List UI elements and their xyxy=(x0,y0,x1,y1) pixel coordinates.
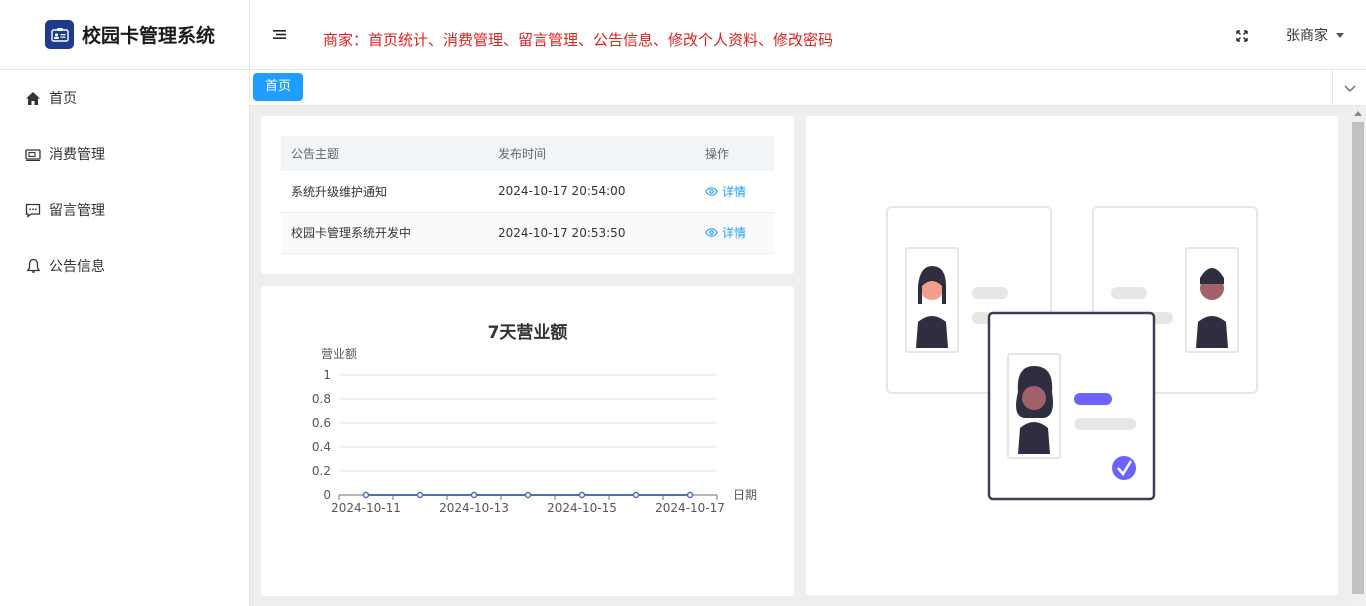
table-row: 系统升级维护通知 2024-10-17 20:54:00 详情 xyxy=(281,171,774,213)
data-point xyxy=(632,491,640,499)
user-menu[interactable]: 张商家 xyxy=(1286,25,1344,45)
x-tick-label: 2024-10-11 xyxy=(331,501,401,515)
role-notice: 商家：首页统计、消费管理、留言管理、公告信息、修改个人资料、修改密码 xyxy=(323,31,834,49)
data-point xyxy=(362,491,370,499)
eye-icon xyxy=(705,186,718,196)
column-header: 操作 xyxy=(695,136,774,171)
logo[interactable]: 校园卡管理系统 xyxy=(0,0,249,70)
user-name: 张商家 xyxy=(1286,28,1328,44)
x-tick-label: 2024-10-15 xyxy=(547,501,617,515)
revenue-chart-card: 7天营业额 营业额 0 0.2 0.4 0.6 0.8 1 日期 2024-10-11 2024-… xyxy=(261,286,794,596)
y-tick-label: 1 xyxy=(323,368,331,382)
detail-button[interactable]: 详情 xyxy=(705,224,746,241)
illustration-card xyxy=(806,116,1338,595)
sidebar-item-consumption[interactable]: 消费管理 xyxy=(0,126,249,182)
y-tick-label: 0.6 xyxy=(312,416,331,430)
sidebar: 校园卡管理系统 首页 消费管理 留言管理 公告信息 xyxy=(0,0,250,606)
notice-time: 2024-10-17 20:54:00 xyxy=(488,171,695,213)
tab-bar: 首页 xyxy=(250,70,1366,106)
menu-toggle-icon[interactable] xyxy=(273,29,289,40)
notice-title: 校园卡管理系统开发中 xyxy=(281,212,488,254)
x-tick-label: 2024-10-13 xyxy=(439,501,509,515)
bell-icon xyxy=(24,257,42,275)
data-point xyxy=(578,491,586,499)
notice-table: 公告主题 发布时间 操作 系统升级维护通知 2024-10-17 20:54:0… xyxy=(281,136,774,254)
sidebar-item-label: 公告信息 xyxy=(49,259,105,275)
sidebar-item-label: 留言管理 xyxy=(49,203,105,219)
detail-label: 详情 xyxy=(722,184,747,199)
sidebar-item-messages[interactable]: 留言管理 xyxy=(0,182,249,238)
scrollbar[interactable] xyxy=(1350,106,1366,606)
id-cards-illustration xyxy=(886,206,1258,501)
revenue-chart: 营业额 0 0.2 0.4 0.6 0.8 1 日期 2024-10-11 2024-10-13 2… xyxy=(312,347,757,515)
data-point xyxy=(470,491,478,499)
detail-label: 详情 xyxy=(722,226,747,240)
tab-home[interactable]: 首页 xyxy=(253,73,304,101)
sidebar-item-label: 消费管理 xyxy=(49,147,105,163)
notice-title: 系统升级维护通知 xyxy=(281,171,488,213)
chevron-down-icon[interactable] xyxy=(1332,70,1366,106)
x-tick-label: 2024-10-17 xyxy=(655,501,725,515)
y-axis-label: 营业额 xyxy=(321,347,357,361)
app-root: 校园卡管理系统 首页 消费管理 留言管理 公告信息 商家：首页统计、消费管理、留… xyxy=(0,0,1366,606)
app-title: 校园卡管理系统 xyxy=(82,25,216,47)
x-axis-label: 日期 xyxy=(733,488,757,502)
notice-time: 2024-10-17 20:53:50 xyxy=(488,212,695,254)
scroll-up-icon[interactable] xyxy=(1354,111,1362,116)
column-header: 发布时间 xyxy=(488,136,695,171)
y-tick-label: 0.4 xyxy=(312,440,331,454)
fullscreen-icon[interactable] xyxy=(1236,27,1250,42)
y-tick-label: 0.2 xyxy=(312,464,331,478)
sidebar-item-announcements[interactable]: 公告信息 xyxy=(0,238,249,294)
caret-down-icon xyxy=(1336,32,1344,38)
id-card-icon xyxy=(45,20,74,49)
notice-card: 公告主题 发布时间 操作 系统升级维护通知 2024-10-17 20:54:0… xyxy=(261,116,794,274)
wallet-icon xyxy=(24,145,42,163)
scrollbar-thumb[interactable] xyxy=(1352,122,1364,594)
sidebar-item-home[interactable]: 首页 xyxy=(0,70,249,126)
sidebar-item-label: 首页 xyxy=(49,91,77,107)
data-point xyxy=(686,491,694,499)
home-icon xyxy=(24,89,42,107)
y-tick-label: 0 xyxy=(323,488,331,502)
message-icon xyxy=(24,201,42,219)
y-tick-label: 0.8 xyxy=(312,392,331,406)
detail-button[interactable]: 详情 xyxy=(705,183,746,200)
data-point xyxy=(416,491,424,499)
sidebar-menu: 首页 消费管理 留言管理 公告信息 xyxy=(0,70,249,294)
table-row: 校园卡管理系统开发中 2024-10-17 20:53:50 详情 xyxy=(281,212,774,254)
top-header: 商家：首页统计、消费管理、留言管理、公告信息、修改个人资料、修改密码 张商家 xyxy=(250,0,1366,70)
data-point xyxy=(524,491,532,499)
column-header: 公告主题 xyxy=(281,136,488,171)
eye-icon xyxy=(705,228,718,237)
